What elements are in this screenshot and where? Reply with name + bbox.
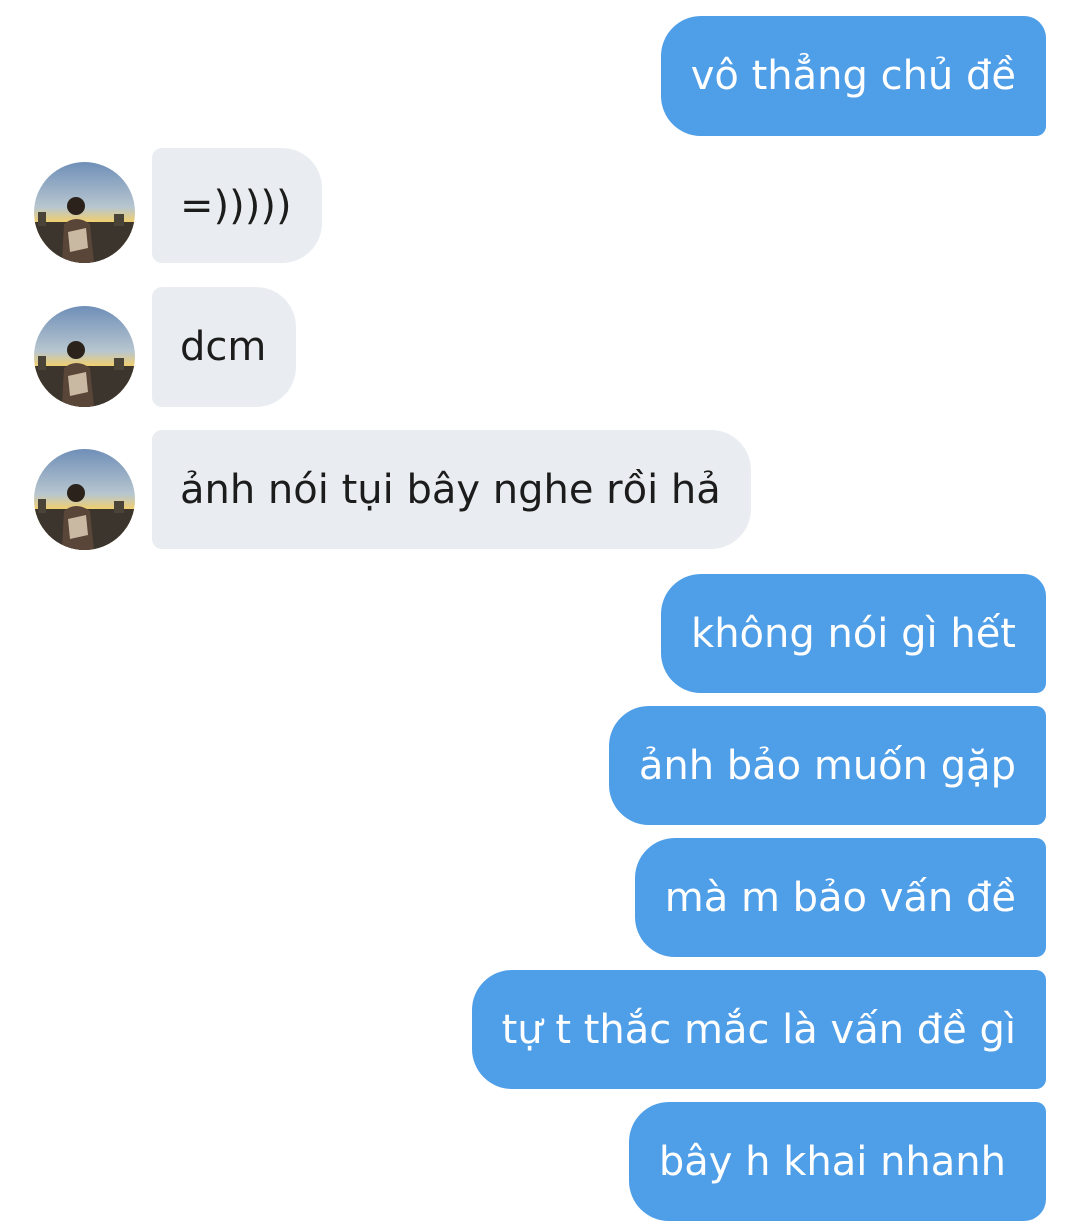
incoming-message-bubble[interactable]: =))))) — [152, 148, 322, 263]
outgoing-message-bubble[interactable]: bây h khai nhanh — [628, 1102, 1046, 1221]
message-text: ảnh bảo muốn gặp — [638, 742, 1016, 789]
message-text: tự t thắc mắc là vấn đề gì — [501, 1006, 1016, 1053]
outgoing-message-bubble[interactable]: tự t thắc mắc là vấn đề gì — [471, 970, 1046, 1089]
message-text: =))))) — [180, 182, 292, 229]
message-text: dcm — [180, 324, 267, 370]
message-text: mà m bảo vấn đề — [664, 874, 1016, 921]
message-text: bây h khai nhanh — [658, 1138, 1006, 1185]
incoming-message-bubble[interactable]: dcm — [152, 287, 297, 407]
contact-avatar[interactable] — [34, 162, 135, 263]
incoming-message-bubble[interactable]: ảnh nói tụi bây nghe rồi hả — [152, 430, 751, 549]
outgoing-message-bubble[interactable]: vô thẳng chủ đề — [660, 16, 1046, 136]
message-text: vô thẳng chủ đề — [690, 53, 1016, 99]
message-text: ảnh nói tụi bây nghe rồi hả — [180, 466, 721, 513]
avatar-photo-icon — [34, 162, 135, 263]
message-text: không nói gì hết — [691, 610, 1016, 657]
contact-avatar[interactable] — [34, 449, 135, 550]
outgoing-message-bubble[interactable]: không nói gì hết — [661, 574, 1046, 693]
contact-avatar[interactable] — [34, 306, 135, 407]
avatar-photo-icon — [34, 449, 135, 550]
outgoing-message-bubble[interactable]: ảnh bảo muốn gặp — [608, 706, 1046, 825]
message-thread: vô thẳng chủ đề =))))) dcm ảnh nói tụi b… — [0, 0, 1080, 1228]
outgoing-message-bubble[interactable]: mà m bảo vấn đề — [634, 838, 1046, 957]
avatar-photo-icon — [34, 306, 135, 407]
